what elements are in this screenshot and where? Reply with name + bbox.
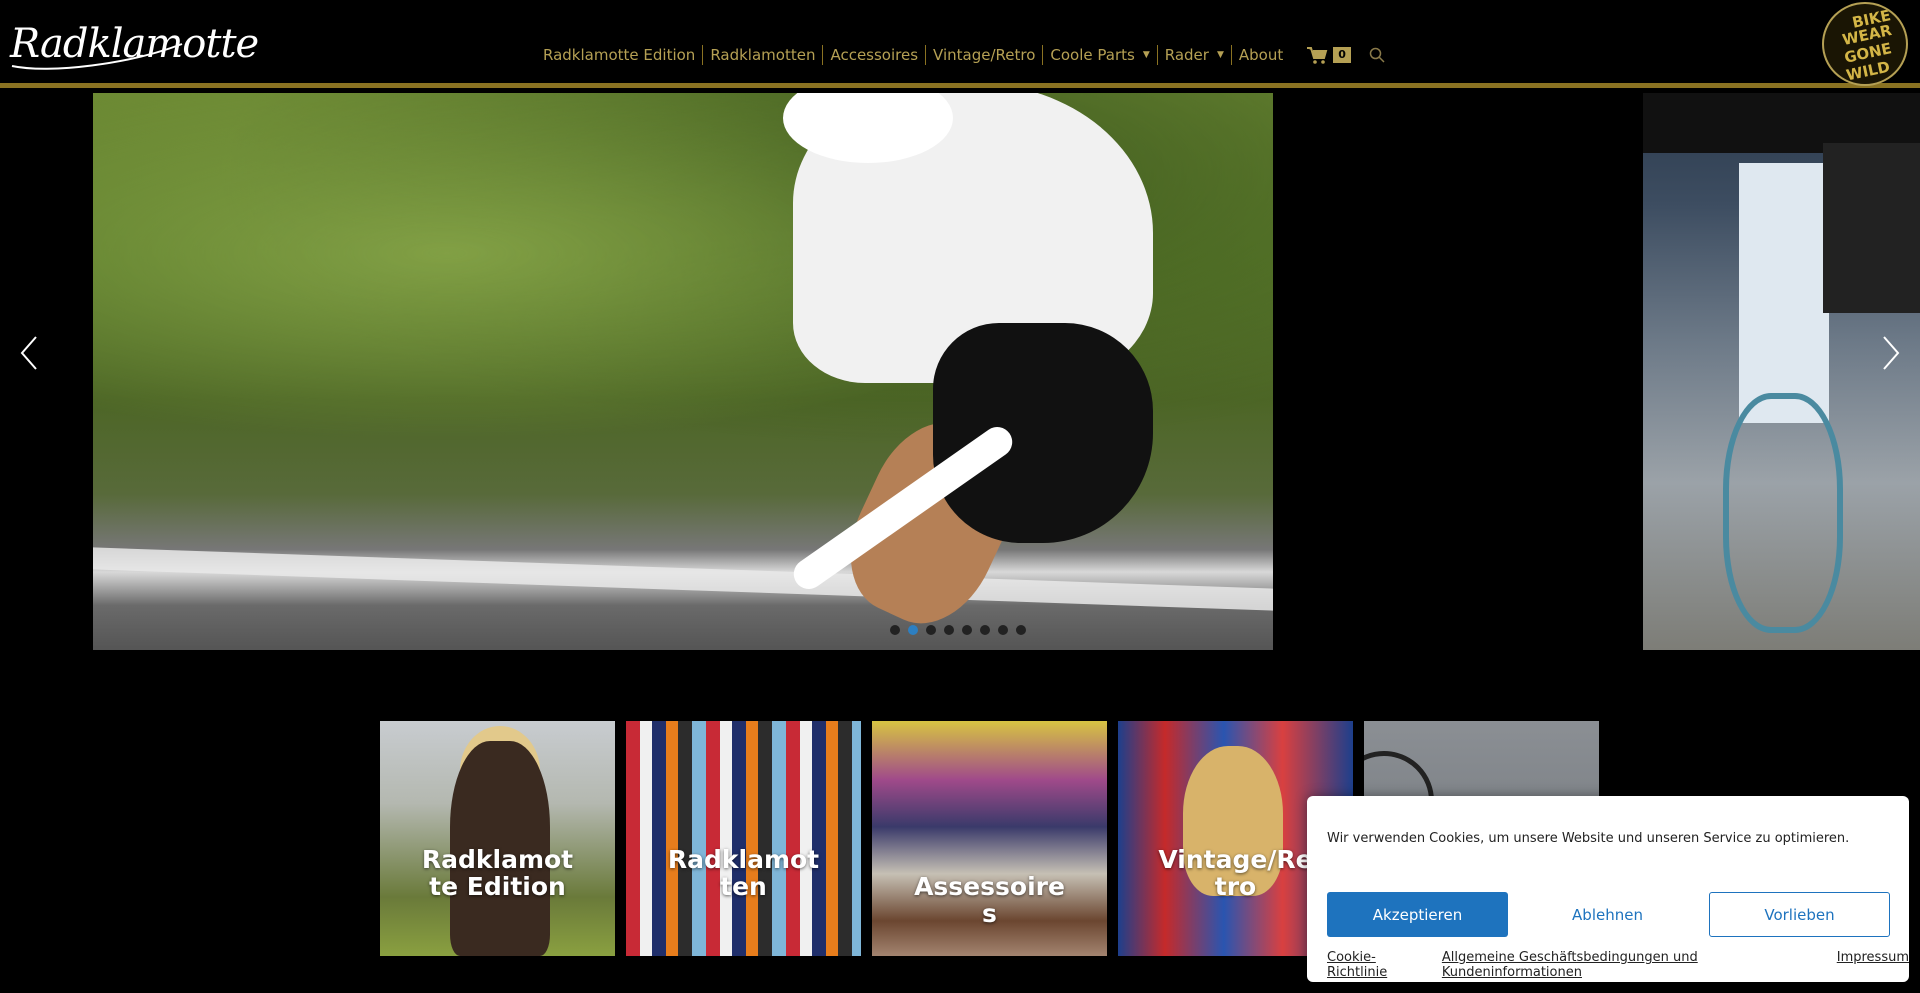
site-header: Radklamotte Radklamotte Edition Radklamo… [0,0,1920,88]
slider-dots [890,625,1026,635]
nav-label: Coole Parts [1050,46,1135,64]
nav-item-accessoires[interactable]: Accessoires [822,45,925,65]
nav-label: Radklamotte Edition [543,46,696,64]
nav-item-about[interactable]: About [1230,45,1290,65]
site-logo[interactable]: Radklamotte [10,14,259,74]
nav-label: Vintage/Retro [933,46,1036,64]
cookie-links: Cookie-Richtlinie Allgemeine Geschäftsbe… [1327,950,1909,980]
nav-item-vintage-retro[interactable]: Vintage/Retro [925,45,1042,65]
cart-icon [1307,47,1328,64]
slider-next-arrow-icon[interactable] [1878,333,1902,373]
hero-slider [0,93,1920,650]
cart-button[interactable]: 0 [1306,46,1351,64]
slider-dot[interactable] [908,625,918,635]
nav-item-radklamotte-edition[interactable]: Radklamotte Edition [536,45,702,65]
imprint-link[interactable]: Impressum [1837,950,1909,980]
bike-wear-gone-wild-badge[interactable]: BIKE WEAR GONE WILD [1822,2,1908,86]
slider-dot[interactable] [998,625,1008,635]
nav-item-rader[interactable]: Rader ▼ [1156,45,1231,65]
slider-dot[interactable] [1016,625,1026,635]
category-label: Radklamotte Edition [421,845,574,901]
cookie-preferences-button[interactable]: Vorlieben [1709,892,1890,937]
nav-label: Rader [1164,46,1209,64]
nav-label: Accessoires [830,46,919,64]
slider-dot[interactable] [926,625,936,635]
cookie-policy-link[interactable]: Cookie-Richtlinie [1327,950,1432,980]
search-icon[interactable] [1369,47,1385,63]
nav-label: About [1238,46,1284,64]
caret-down-icon: ▼ [1142,50,1150,60]
category-tile-radklamotte-edition[interactable]: Radklamotte Edition [380,721,615,956]
main-nav: Radklamotte Edition Radklamotten Accesso… [536,43,1385,67]
slider-dot[interactable] [890,625,900,635]
category-label: Radklamotten [667,845,820,901]
slide-image-cyclist [93,93,1273,650]
cookie-deny-button[interactable]: Ablehnen [1517,892,1698,937]
slider-dot[interactable] [944,625,954,635]
slider-dot[interactable] [962,625,972,635]
cookie-message: Wir verwenden Cookies, um unsere Website… [1327,831,1850,846]
nav-item-radklamotten[interactable]: Radklamotten [702,45,822,65]
slider-dot[interactable] [980,625,990,635]
cookie-accept-button[interactable]: Akzeptieren [1327,892,1508,937]
category-tile-radklamotten[interactable]: Radklamotten [626,721,861,956]
slider-prev-arrow-icon[interactable] [18,333,42,373]
category-tile-assessoires[interactable]: Assessoires [872,721,1107,956]
logo-swoosh-icon [11,43,183,70]
category-label: Assessoires [914,872,1065,928]
caret-down-icon: ▼ [1216,50,1224,60]
nav-label: Radklamotten [710,46,816,64]
cart-count-badge: 0 [1333,47,1351,63]
terms-link[interactable]: Allgemeine Geschäftsbedingungen und Kund… [1442,950,1827,980]
cookie-consent-banner: Wir verwenden Cookies, um unsere Website… [1307,796,1909,982]
nav-item-coole-parts[interactable]: Coole Parts ▼ [1042,45,1156,65]
